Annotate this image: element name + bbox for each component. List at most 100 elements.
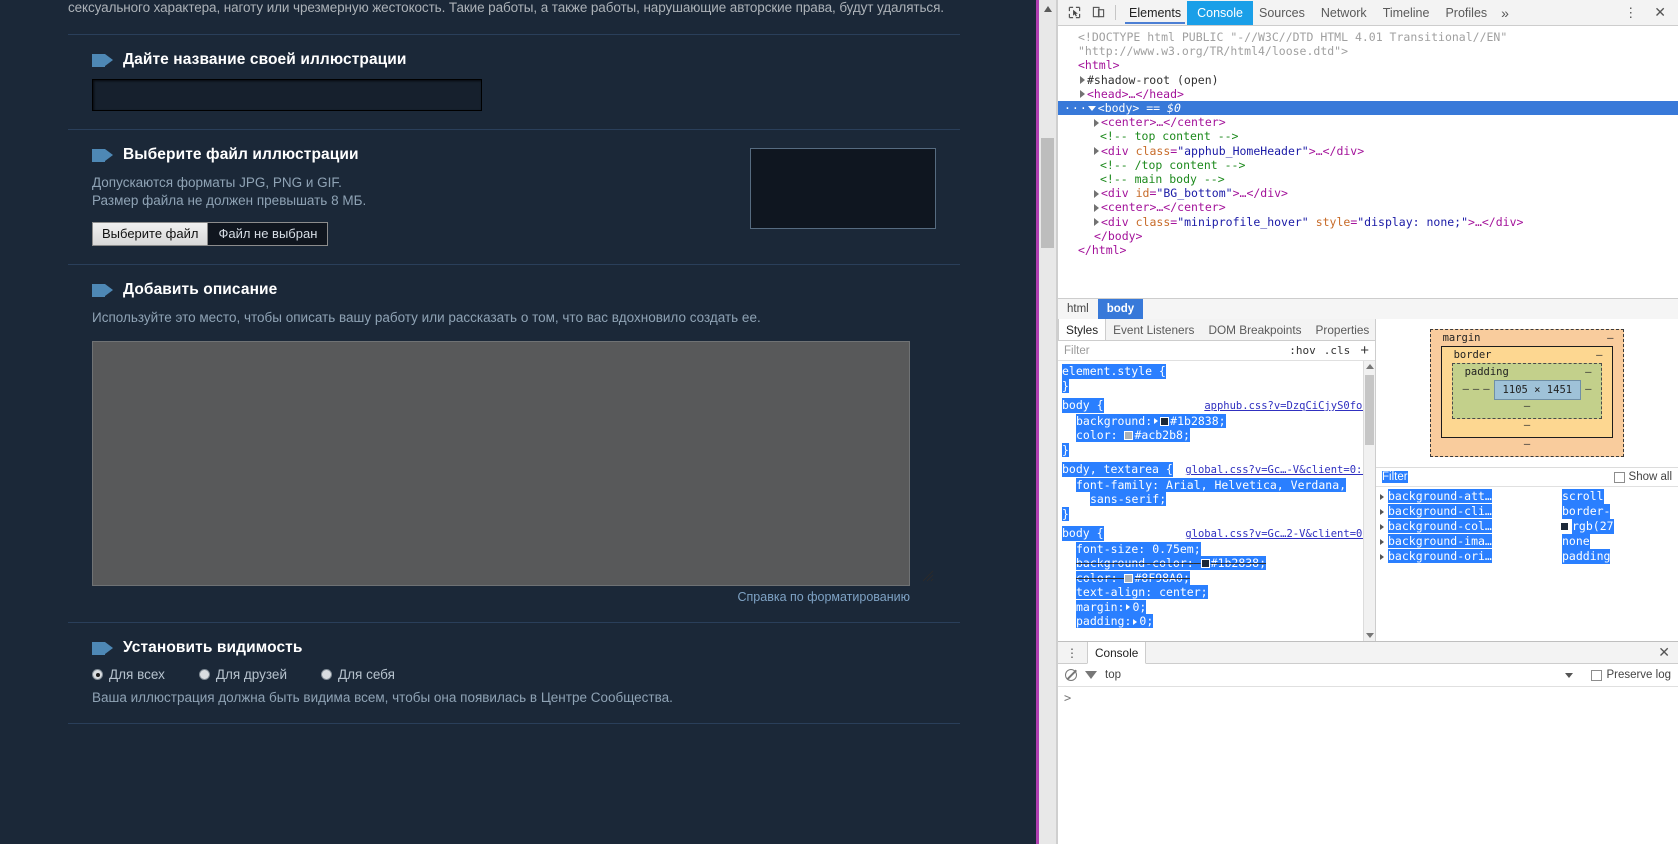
padding-top-value[interactable]: – xyxy=(1585,366,1591,378)
computed-row[interactable]: background-ima… none xyxy=(1380,534,1678,549)
expand-triangle-icon[interactable] xyxy=(1094,147,1099,156)
checkbox-icon[interactable] xyxy=(1591,669,1603,681)
style-rule-element-style[interactable]: element.style { } xyxy=(1062,364,1375,393)
expand-triangle-icon[interactable] xyxy=(1380,493,1384,500)
breadcrumb-body[interactable]: body xyxy=(1097,299,1144,319)
padding-right-value[interactable]: – xyxy=(1585,383,1591,395)
styles-scrollbar[interactable] xyxy=(1363,361,1375,641)
box-model-content-size[interactable]: 1105 × 1451 xyxy=(1493,380,1582,400)
dom-line[interactable]: <head>…</head> xyxy=(1064,87,1678,101)
overflow-dots-icon[interactable]: ··· xyxy=(1064,101,1088,115)
radio-option-everyone[interactable]: Для всех xyxy=(92,667,165,682)
page-scrollbar-rail[interactable] xyxy=(1039,0,1057,844)
expand-triangle-icon[interactable] xyxy=(1380,553,1384,560)
inspect-cursor-icon[interactable] xyxy=(1062,2,1086,24)
tab-timeline[interactable]: Timeline xyxy=(1375,3,1438,23)
scrollbar-thumb[interactable] xyxy=(1365,375,1374,445)
margin-left-value[interactable]: – xyxy=(1463,383,1469,395)
box-model-border[interactable]: border – padding – – – – 1105 × 1451 – –… xyxy=(1440,346,1614,438)
style-property[interactable]: font-family: Arial, Helvetica, Verdana, xyxy=(1062,477,1375,493)
tab-elements[interactable]: Elements xyxy=(1121,3,1189,24)
console-context-label[interactable]: top xyxy=(1105,669,1121,681)
property-value[interactable]: 0; xyxy=(1139,614,1153,628)
dom-line[interactable]: <center>…</center> xyxy=(1064,200,1678,214)
artwork-title-input[interactable] xyxy=(92,79,482,111)
show-all-toggle[interactable]: Show all xyxy=(1613,471,1672,483)
scroll-up-arrow-icon[interactable] xyxy=(1366,364,1374,369)
close-drawer-icon[interactable]: ✕ xyxy=(1650,642,1678,663)
rule-source-link[interactable]: global.css?v=Gc…-V&client=0:14 xyxy=(1185,463,1375,478)
sidebar-tab-styles[interactable]: Styles xyxy=(1058,319,1107,340)
dom-line[interactable]: <div id="BG_bottom">…</div> xyxy=(1064,186,1678,200)
expand-triangle-icon[interactable] xyxy=(1094,189,1099,198)
formatting-help-link[interactable]: Справка по форматированию xyxy=(92,590,911,604)
hov-toggle-button[interactable]: :hov xyxy=(1289,344,1316,357)
radio-option-private[interactable]: Для себя xyxy=(320,667,395,682)
style-property[interactable]: padding: 0; xyxy=(1062,614,1375,629)
preserve-log-toggle[interactable]: Preserve log xyxy=(1591,669,1671,681)
choose-file-button[interactable]: Выберите файл xyxy=(92,222,209,246)
expand-shorthand-icon[interactable] xyxy=(1133,618,1138,625)
expand-triangle-icon[interactable] xyxy=(1094,118,1099,127)
color-swatch-icon[interactable] xyxy=(1200,559,1210,568)
sidebar-tab-event-listeners[interactable]: Event Listeners xyxy=(1106,319,1201,340)
computed-properties-list[interactable]: background-att… scroll background-cli… bor… xyxy=(1376,487,1678,641)
expand-triangle-icon[interactable] xyxy=(1380,523,1384,530)
dom-line[interactable]: <div class="apphub_HomeHeader">…</div> xyxy=(1064,144,1678,158)
style-property[interactable]: background: #1b2838; xyxy=(1062,413,1375,429)
expand-triangle-icon[interactable] xyxy=(1380,538,1384,545)
border-bottom-value[interactable]: – xyxy=(1524,419,1530,431)
sidebar-tab-properties[interactable]: Properties xyxy=(1309,319,1375,340)
cls-toggle-button[interactable]: .cls xyxy=(1324,344,1351,357)
style-rule-body-textarea[interactable]: body, textarea { global.css?v=Gc…-V&clie… xyxy=(1062,462,1375,521)
style-property-overridden[interactable]: color: #8F98A0; xyxy=(1062,570,1375,586)
devtools-menu-icon[interactable]: ⋮ xyxy=(1616,3,1646,23)
radio-dot-icon[interactable] xyxy=(92,669,103,680)
scroll-up-arrow-icon[interactable] xyxy=(1044,6,1052,12)
collapse-triangle-icon[interactable] xyxy=(1087,106,1096,112)
box-model-margin[interactable]: margin – border – padding – – – – 1105 ×… xyxy=(1429,329,1625,457)
padding-bottom-value[interactable]: – xyxy=(1524,400,1530,412)
tab-sources[interactable]: Sources xyxy=(1251,3,1313,23)
property-value[interactable]: 0; xyxy=(1132,600,1146,614)
expand-triangle-icon[interactable] xyxy=(1080,76,1085,85)
scrollbar-thumb[interactable] xyxy=(1041,138,1054,248)
tab-console[interactable]: Console xyxy=(1189,2,1251,23)
style-property[interactable]: color: #acb2b8; xyxy=(1062,428,1375,443)
styles-filter-input[interactable]: Filter xyxy=(1064,345,1281,357)
style-property[interactable]: font-size: 0.75em; xyxy=(1062,541,1375,557)
radio-option-friends[interactable]: Для друзей xyxy=(198,667,287,682)
property-value[interactable]: #1b2838; xyxy=(1211,556,1266,570)
dom-line[interactable]: <center>…</center> xyxy=(1064,115,1678,129)
checkbox-icon[interactable] xyxy=(1613,471,1625,483)
clear-console-icon[interactable] xyxy=(1065,669,1077,681)
border-left-value[interactable]: – xyxy=(1473,383,1479,395)
resize-grip-icon[interactable] xyxy=(922,570,934,582)
tab-network[interactable]: Network xyxy=(1313,3,1375,23)
tab-profiles[interactable]: Profiles xyxy=(1437,3,1495,23)
color-swatch-icon[interactable] xyxy=(1124,431,1134,440)
property-value[interactable]: 0.75em; xyxy=(1152,542,1200,556)
drawer-tab-console[interactable]: Console xyxy=(1087,642,1147,664)
color-swatch-icon[interactable] xyxy=(1160,416,1170,426)
dom-line[interactable]: <div class="miniprofile_hover" style="di… xyxy=(1064,215,1678,229)
drawer-menu-icon[interactable]: ⋮ xyxy=(1058,642,1087,663)
radio-dot-icon[interactable] xyxy=(320,669,332,680)
rule-selector[interactable]: element.style { xyxy=(1062,364,1166,379)
padding-left-value[interactable]: – xyxy=(1483,383,1489,395)
rule-selector[interactable]: body { xyxy=(1062,526,1104,541)
computed-row[interactable]: background-att… scroll xyxy=(1380,489,1678,504)
computed-filter-input[interactable]: Filter xyxy=(1382,471,1408,483)
dom-tree[interactable]: <!DOCTYPE html PUBLIC "-//W3C//DTD HTML … xyxy=(1058,26,1678,298)
radio-dot-icon[interactable] xyxy=(198,669,210,680)
new-style-rule-button[interactable]: + xyxy=(1360,343,1369,358)
expand-shorthand-icon[interactable] xyxy=(1154,418,1159,424)
margin-bottom-value[interactable]: – xyxy=(1524,438,1530,450)
style-property[interactable]: text-align: center; xyxy=(1062,585,1375,600)
styles-rules-list[interactable]: element.style { } body { apphub.css?v=Dz… xyxy=(1058,361,1375,641)
property-value[interactable]: #8F98A0; xyxy=(1134,571,1189,585)
computed-row[interactable]: background-ori… padding xyxy=(1380,549,1678,564)
scroll-down-arrow-icon[interactable] xyxy=(1366,633,1374,638)
more-tabs-icon[interactable]: » xyxy=(1495,3,1515,23)
expand-shorthand-icon[interactable] xyxy=(1126,604,1131,610)
